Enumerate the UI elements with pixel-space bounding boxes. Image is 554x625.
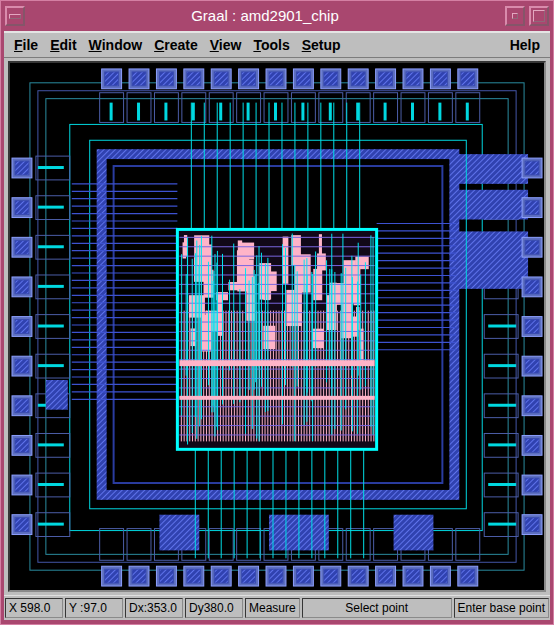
menu-item[interactable]: Tools [247,35,295,55]
status-prompt: Enter base point [454,598,549,618]
layout-view[interactable] [8,61,546,592]
window-menu-icon [9,14,21,19]
graal-window: Graal : amd2901_chip FileEditWindowCreate… [0,0,554,625]
status-mode: Measure [245,598,300,618]
status-bar: X 598.0Y :97.0Dx:353.0Dy380.0MeasureSele… [4,595,550,620]
routing [72,103,457,559]
menu-item[interactable]: Edit [44,35,82,55]
minimize-icon [512,13,518,19]
status-message: Select point [302,598,452,618]
minimize-button[interactable] [505,6,525,26]
status-coordinate: X 598.0 [5,598,63,618]
title-bar: Graal : amd2901_chip [4,1,550,31]
help-menu[interactable]: Help [504,35,546,55]
layout-canvas[interactable] [10,63,544,590]
menu-item[interactable]: File [8,35,44,55]
canvas-panel [4,58,550,595]
io-pads [12,69,542,586]
window-title: Graal : amd2901_chip [29,6,501,26]
status-coordinate: Dy380.0 [185,598,243,618]
status-coordinate: Y :97.0 [65,598,123,618]
core-cell [177,229,376,449]
menu-item[interactable]: Setup [296,35,347,55]
window-menu-button[interactable] [5,6,25,26]
status-coordinate: Dx:353.0 [125,598,183,618]
menu-item[interactable]: Create [148,35,204,55]
maximize-button[interactable] [529,6,549,26]
menu-bar: FileEditWindowCreateViewToolsSetup Help [4,31,550,58]
menu-item[interactable]: View [204,35,248,55]
pad-ring [30,83,528,570]
maximize-icon [533,10,545,22]
menu-item[interactable]: Window [83,35,149,55]
